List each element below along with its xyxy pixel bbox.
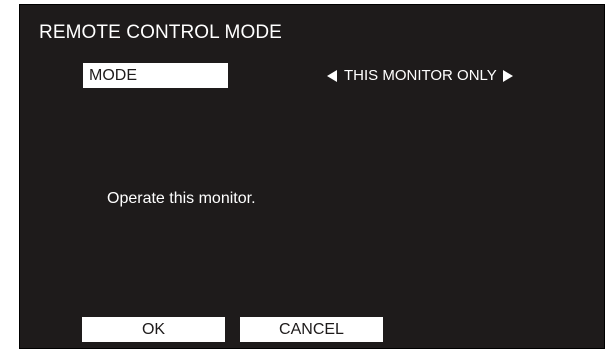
mode-setting-label[interactable]: MODE xyxy=(83,63,228,88)
left-triangle-icon[interactable] xyxy=(327,70,338,82)
cancel-button[interactable]: CANCEL xyxy=(240,317,383,342)
mode-value: THIS MONITOR ONLY xyxy=(344,67,497,84)
mode-value-selector[interactable]: THIS MONITOR ONLY xyxy=(327,65,514,87)
help-message: Operate this monitor. xyxy=(107,190,256,207)
ok-button[interactable]: OK xyxy=(82,317,225,342)
dialog-title: REMOTE CONTROL MODE xyxy=(39,22,282,43)
right-triangle-icon[interactable] xyxy=(502,70,514,82)
remote-control-mode-dialog: REMOTE CONTROL MODE MODE THIS MONITOR ON… xyxy=(19,4,605,349)
